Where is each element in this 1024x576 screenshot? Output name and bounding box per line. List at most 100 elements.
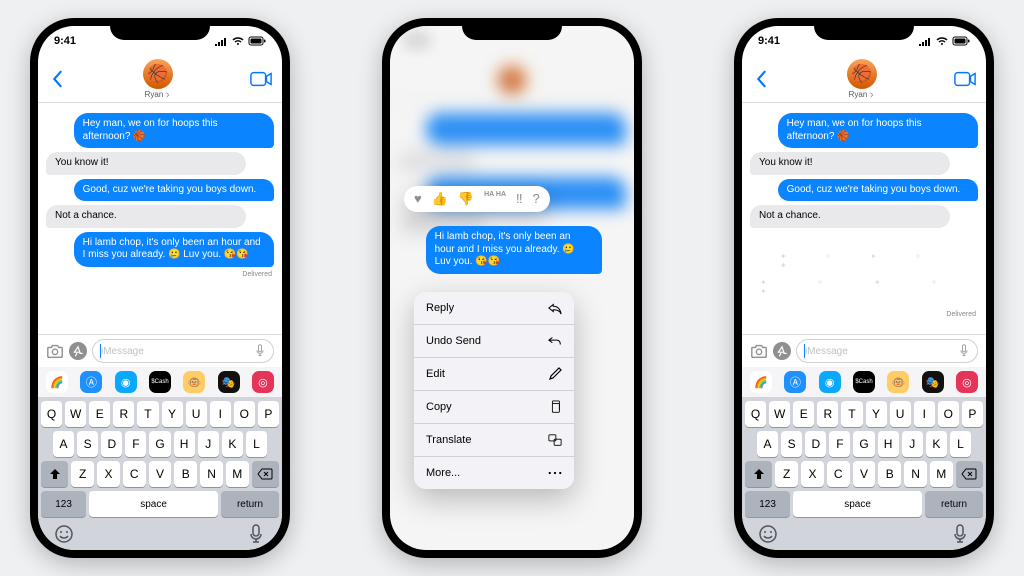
app-memoji[interactable]: 🐵 [887, 371, 909, 393]
message-received[interactable]: Not a chance. [46, 205, 246, 228]
emoji-icon[interactable] [54, 524, 74, 544]
key-u[interactable]: U [186, 401, 207, 427]
key-shift[interactable] [41, 461, 68, 487]
app-fitness[interactable]: ◎ [956, 371, 978, 393]
app-photos[interactable]: 🌈 [46, 371, 68, 393]
camera-icon[interactable] [46, 342, 64, 360]
key-i[interactable]: I [210, 401, 231, 427]
dictate-icon[interactable] [255, 344, 265, 358]
camera-icon[interactable] [750, 342, 768, 360]
app-cash[interactable]: $Cash [149, 371, 171, 393]
key-f[interactable]: F [829, 431, 850, 457]
key-s[interactable]: S [77, 431, 98, 457]
message-sent[interactable]: Hey man, we on for hoops this afternoon?… [74, 113, 274, 148]
message-received[interactable]: You know it! [46, 152, 246, 175]
key-a[interactable]: A [757, 431, 778, 457]
menu-reply[interactable]: Reply [414, 292, 574, 325]
key-w[interactable]: W [769, 401, 790, 427]
dictate-icon[interactable] [959, 344, 969, 358]
key-space[interactable]: space [793, 491, 922, 517]
key-b[interactable]: B [174, 461, 197, 487]
message-sent[interactable]: Hey man, we on for hoops this afternoon?… [778, 113, 978, 148]
tapback-haha[interactable]: HA HA [484, 191, 506, 207]
key-m[interactable]: M [930, 461, 953, 487]
key-w[interactable]: W [65, 401, 86, 427]
key-m[interactable]: M [226, 461, 249, 487]
key-123[interactable]: 123 [41, 491, 86, 517]
key-p[interactable]: P [962, 401, 983, 427]
key-u[interactable]: U [890, 401, 911, 427]
message-received[interactable]: You know it! [750, 152, 950, 175]
back-icon[interactable] [752, 70, 770, 88]
key-c[interactable]: C [827, 461, 850, 487]
key-o[interactable]: O [938, 401, 959, 427]
key-i[interactable]: I [914, 401, 935, 427]
message-received[interactable]: Not a chance. [750, 205, 950, 228]
emoji-icon[interactable] [758, 524, 778, 544]
back-icon[interactable] [48, 70, 66, 88]
key-a[interactable]: A [53, 431, 74, 457]
key-q[interactable]: Q [745, 401, 766, 427]
menu-edit[interactable]: Edit [414, 358, 574, 391]
mic-icon[interactable] [246, 524, 266, 544]
key-d[interactable]: D [101, 431, 122, 457]
key-e[interactable]: E [793, 401, 814, 427]
facetime-icon[interactable] [954, 71, 976, 87]
key-g[interactable]: G [149, 431, 170, 457]
key-c[interactable]: C [123, 461, 146, 487]
app-animoji[interactable]: 🎭 [218, 371, 240, 393]
key-h[interactable]: H [174, 431, 195, 457]
key-o[interactable]: O [234, 401, 255, 427]
message-sent[interactable]: Good, cuz we're taking you boys down. [778, 179, 978, 202]
tapback-question[interactable]: ? [533, 191, 540, 207]
app-cash[interactable]: $Cash [853, 371, 875, 393]
menu-copy[interactable]: Copy [414, 391, 574, 424]
appstore-icon[interactable] [69, 342, 87, 360]
key-h[interactable]: H [878, 431, 899, 457]
tapback-heart[interactable]: ♥ [414, 191, 422, 207]
menu-more[interactable]: More... [414, 457, 574, 489]
key-r[interactable]: R [113, 401, 134, 427]
message-sent[interactable]: Good, cuz we're taking you boys down. [74, 179, 274, 202]
key-e[interactable]: E [89, 401, 110, 427]
message-input[interactable]: iMessage [92, 339, 274, 363]
key-123[interactable]: 123 [745, 491, 790, 517]
appstore-icon[interactable] [773, 342, 791, 360]
key-k[interactable]: K [926, 431, 947, 457]
key-n[interactable]: N [904, 461, 927, 487]
key-backspace[interactable] [956, 461, 983, 487]
key-j[interactable]: J [198, 431, 219, 457]
key-s[interactable]: S [781, 431, 802, 457]
contact-info[interactable]: 🏀 Ryan [143, 59, 173, 99]
key-f[interactable]: F [125, 431, 146, 457]
key-y[interactable]: Y [162, 401, 183, 427]
app-photos[interactable]: 🌈 [750, 371, 772, 393]
key-space[interactable]: space [89, 491, 218, 517]
app-animoji[interactable]: 🎭 [922, 371, 944, 393]
key-t[interactable]: T [137, 401, 158, 427]
tapback-thumbsup[interactable]: 👍 [432, 191, 448, 207]
key-return[interactable]: return [221, 491, 279, 517]
app-store[interactable]: Ⓐ [784, 371, 806, 393]
app-fitness[interactable]: ◎ [252, 371, 274, 393]
key-k[interactable]: K [222, 431, 243, 457]
key-x[interactable]: X [801, 461, 824, 487]
key-backspace[interactable] [252, 461, 279, 487]
menu-undo-send[interactable]: Undo Send [414, 325, 574, 358]
key-l[interactable]: L [950, 431, 971, 457]
tapback-exclaim[interactable]: ‼︎ [516, 191, 523, 207]
message-sent[interactable]: Hi lamb chop, it's only been an hour and… [74, 232, 274, 267]
key-y[interactable]: Y [866, 401, 887, 427]
focused-message[interactable]: Hi lamb chop, it's only been an hour and… [426, 226, 602, 274]
key-r[interactable]: R [817, 401, 838, 427]
key-b[interactable]: B [878, 461, 901, 487]
key-v[interactable]: V [853, 461, 876, 487]
message-input[interactable]: iMessage [796, 339, 978, 363]
key-x[interactable]: X [97, 461, 120, 487]
key-v[interactable]: V [149, 461, 172, 487]
app-audio[interactable]: ◉ [819, 371, 841, 393]
app-store[interactable]: Ⓐ [80, 371, 102, 393]
facetime-icon[interactable] [250, 71, 272, 87]
key-z[interactable]: Z [71, 461, 94, 487]
menu-translate[interactable]: Translate [414, 424, 574, 457]
